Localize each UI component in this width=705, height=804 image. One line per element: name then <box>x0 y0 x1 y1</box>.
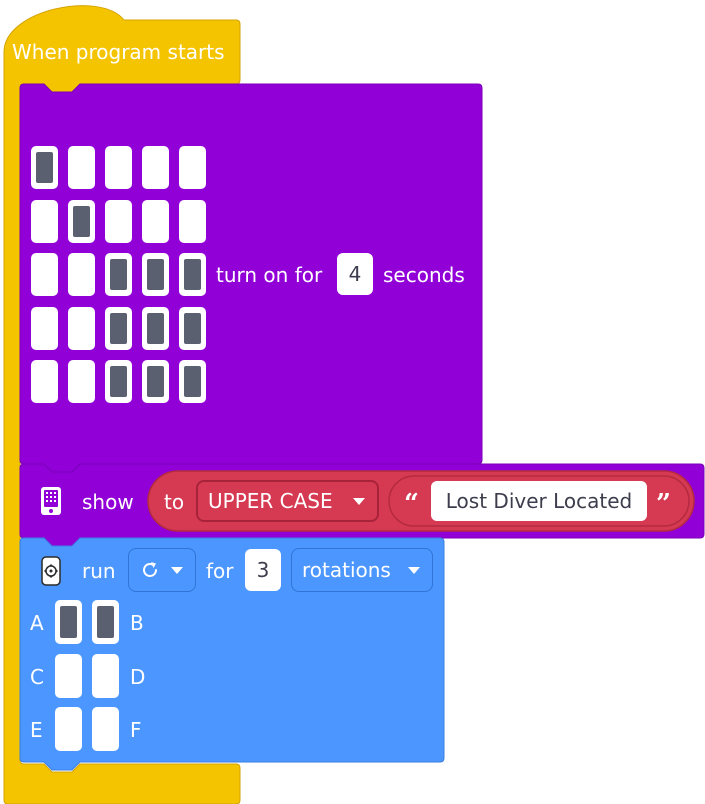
coding-canvas: When program starts turn on for 4 second… <box>0 0 705 804</box>
matrix-pixel[interactable] <box>105 146 132 189</box>
motor-icon <box>41 556 61 586</box>
matrix-pixel[interactable] <box>31 199 58 243</box>
port-b-toggle[interactable] <box>92 600 119 644</box>
port-label-d: D <box>130 664 146 689</box>
matrix-pixel[interactable] <box>105 360 132 403</box>
matrix-pixel[interactable] <box>68 253 95 296</box>
clockwise-icon <box>139 559 161 581</box>
port-f-toggle[interactable] <box>92 707 119 751</box>
matrix-pixel-lit <box>110 259 127 290</box>
matrix-pixel[interactable] <box>31 360 58 403</box>
matrix-pixel[interactable] <box>31 306 58 350</box>
direction-dropdown[interactable] <box>128 548 196 592</box>
rotations-amount-input[interactable]: 3 <box>245 549 281 591</box>
duration-input[interactable]: 4 <box>337 253 373 295</box>
port-c-toggle[interactable] <box>55 653 82 698</box>
port-selected-fill <box>60 606 77 638</box>
for-label: for <box>206 559 234 583</box>
chevron-down-icon <box>408 567 420 574</box>
matrix-pixel-lit <box>36 152 53 183</box>
matrix-pixel[interactable] <box>142 360 169 403</box>
matrix-pixel[interactable] <box>179 253 206 296</box>
chevron-down-icon <box>171 567 183 574</box>
to-label: to <box>164 490 185 514</box>
port-d-toggle[interactable] <box>92 653 119 698</box>
matrix-pixel[interactable] <box>31 253 58 296</box>
hat-block-label: When program starts <box>12 40 225 64</box>
matrix-pixel-lit <box>147 366 164 397</box>
matrix-pixel[interactable] <box>105 199 132 243</box>
port-label-e: E <box>30 718 43 742</box>
unit-dropdown[interactable]: rotations <box>291 548 433 592</box>
matrix-pixel[interactable] <box>68 146 95 189</box>
matrix-pixel[interactable] <box>105 253 132 296</box>
matrix-pixel[interactable] <box>31 146 58 189</box>
run-label: run <box>82 559 116 583</box>
light-matrix-grid[interactable] <box>31 146 206 403</box>
case-dropdown[interactable]: UPPER CASE <box>196 480 379 522</box>
matrix-pixel[interactable] <box>179 360 206 403</box>
matrix-pixel[interactable] <box>142 146 169 189</box>
matrix-pixel[interactable] <box>142 306 169 350</box>
matrix-pixel[interactable] <box>142 199 169 243</box>
turn-on-for-label: turn on for <box>216 263 323 287</box>
port-label-c: C <box>30 664 44 689</box>
matrix-pixel[interactable] <box>179 199 206 243</box>
matrix-pixel[interactable] <box>68 199 95 243</box>
close-quote-icon: ” <box>656 489 671 519</box>
matrix-pixel-lit <box>184 259 201 290</box>
matrix-pixel-lit <box>147 312 164 344</box>
seconds-label: seconds <box>383 263 465 287</box>
case-dropdown-value: UPPER CASE <box>208 489 333 513</box>
matrix-pixel-lit <box>147 259 164 290</box>
port-label-a: A <box>30 611 44 635</box>
matrix-pixel-lit <box>110 366 127 397</box>
show-label: show <box>82 490 134 514</box>
unit-dropdown-value: rotations <box>302 558 391 582</box>
matrix-pixel-lit <box>110 312 127 344</box>
matrix-pixel-lit <box>184 312 201 344</box>
matrix-pixel[interactable] <box>179 146 206 189</box>
port-label-f: F <box>130 718 142 742</box>
light-matrix-icon <box>40 486 62 516</box>
chevron-down-icon <box>353 498 365 505</box>
port-a-toggle[interactable] <box>55 600 82 644</box>
port-selected-fill <box>97 606 114 638</box>
matrix-pixel[interactable] <box>68 360 95 403</box>
text-input[interactable]: Lost Diver Located <box>431 481 647 521</box>
matrix-pixel[interactable] <box>68 306 95 350</box>
open-quote-icon: “ <box>404 489 419 519</box>
port-label-b: B <box>130 611 144 635</box>
motor-port-selector[interactable]: A B C D E F <box>26 600 156 756</box>
matrix-pixel[interactable] <box>142 253 169 296</box>
matrix-pixel[interactable] <box>105 306 132 350</box>
matrix-pixel-lit <box>184 366 201 397</box>
port-e-toggle[interactable] <box>55 707 82 751</box>
matrix-pixel[interactable] <box>179 306 206 350</box>
matrix-pixel-lit <box>73 205 90 237</box>
